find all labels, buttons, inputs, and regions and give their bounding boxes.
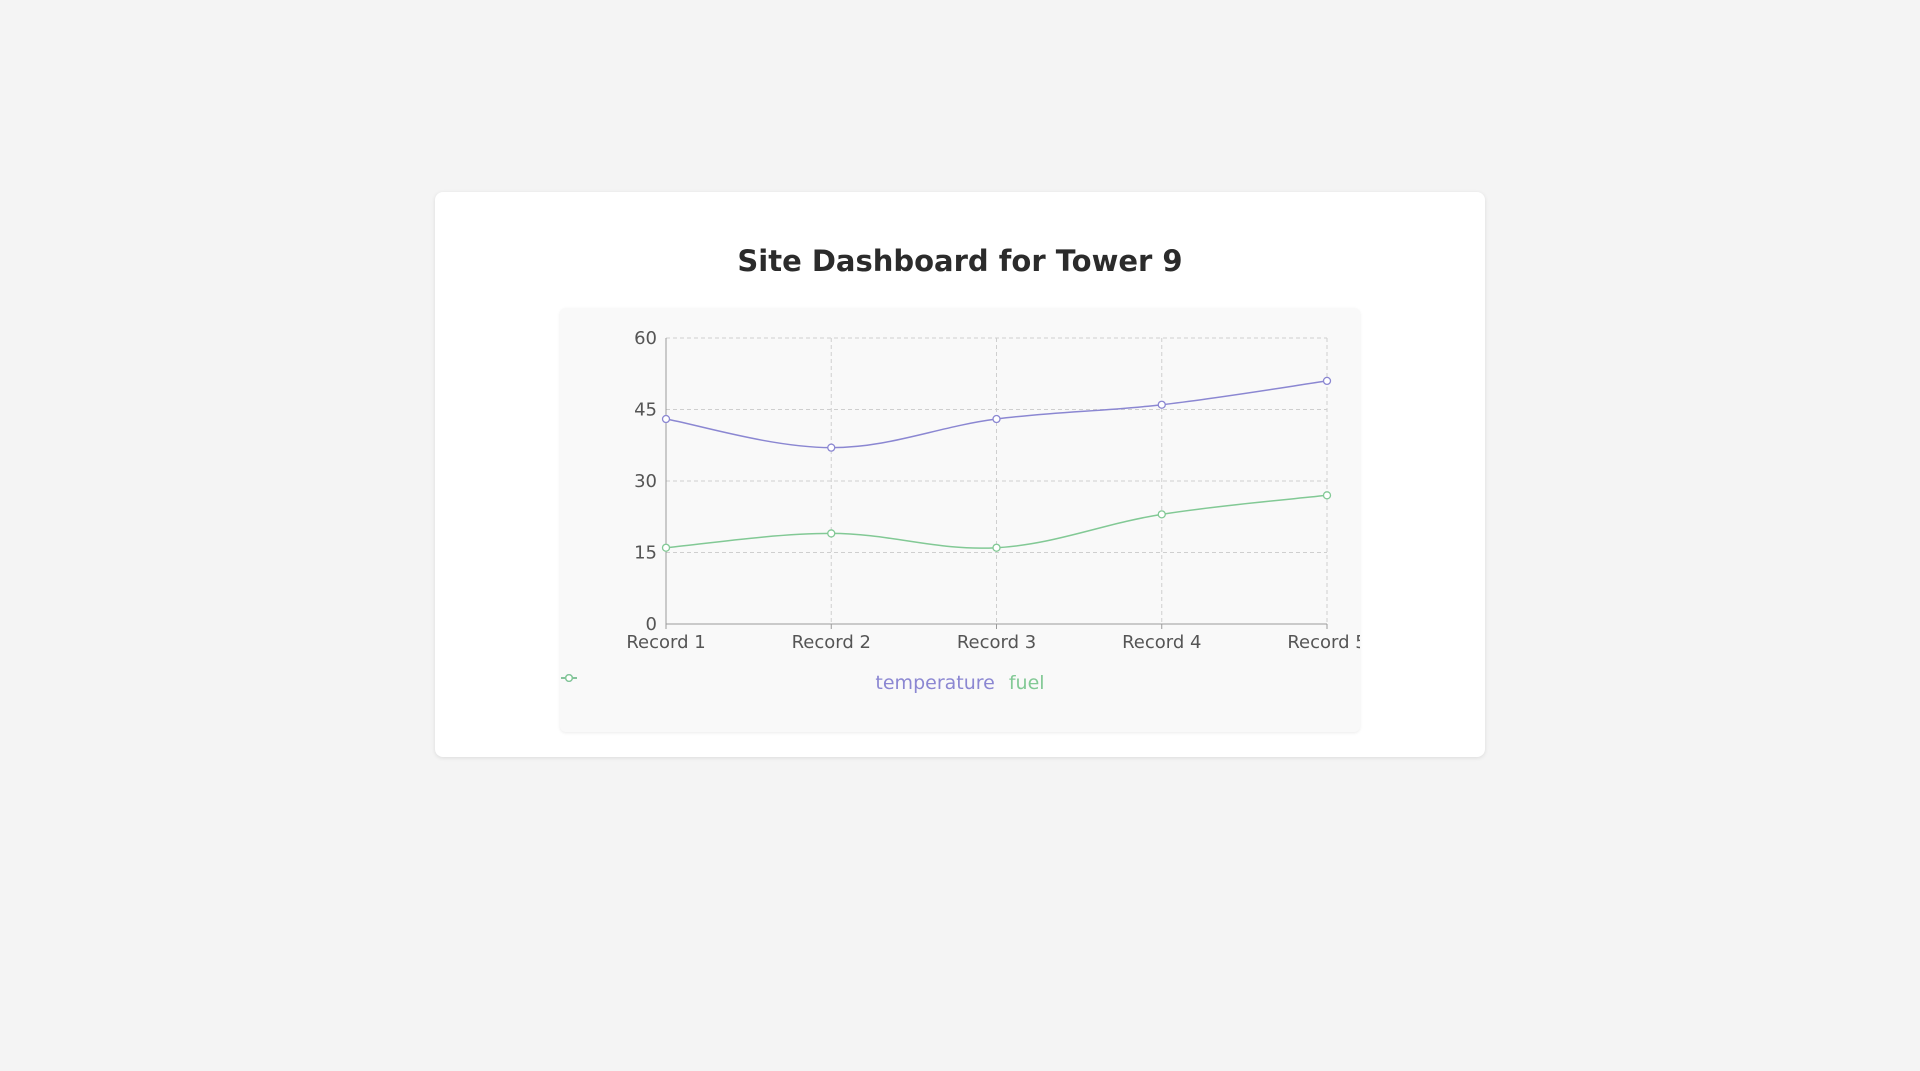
legend-item-fuel[interactable]: fuel [561, 672, 1045, 694]
legend-item-temperature[interactable]: temperature [561, 672, 995, 694]
data-point-temperature [661, 414, 671, 424]
x-tick-label: Record 1 [626, 632, 705, 653]
axis-layer: 015304560Record 1 Record 2 Record 3 Record … [626, 328, 1360, 653]
x-tick-label: Record 2 [792, 632, 871, 653]
chart-panel: 0 15 30 45 60 Record 1 Record 2 Record 3 Record … [560, 308, 1360, 732]
line-chart: 015304560Record 1 Record 2 Record 3 Record … [626, 328, 1360, 653]
legend-line-circle-icon [561, 674, 577, 682]
dashboard-card: Site Dashboard for Tower 9 0 15 30 45 60 Reco… [435, 192, 1485, 757]
data-point-fuel [992, 543, 1001, 552]
y-tick-label: 60 [634, 328, 657, 349]
chart-legend: temperature fuel [560, 672, 1360, 694]
data-point-temperature [1157, 400, 1166, 409]
legend-label: temperature [875, 672, 995, 694]
data-point-fuel [827, 529, 836, 538]
legend-label: fuel [1008, 672, 1045, 694]
x-tick-label: Record 4 [1122, 632, 1201, 653]
data-point-fuel [1157, 510, 1166, 519]
data-point-fuel [661, 543, 671, 552]
data-point-temperature [1322, 376, 1332, 386]
data-point-temperature [827, 443, 836, 452]
page-title: Site Dashboard for Tower 9 [737, 244, 1183, 278]
y-tick-label: 15 [634, 543, 657, 564]
y-tick-label: 45 [634, 400, 657, 421]
grid-layer [666, 337, 1328, 624]
y-tick-label: 30 [634, 471, 657, 492]
x-tick-label: Record 3 [957, 632, 1036, 653]
data-point-temperature [992, 414, 1001, 424]
x-tick-label: Record 5 [1287, 632, 1360, 653]
data-point-fuel [1322, 491, 1332, 500]
